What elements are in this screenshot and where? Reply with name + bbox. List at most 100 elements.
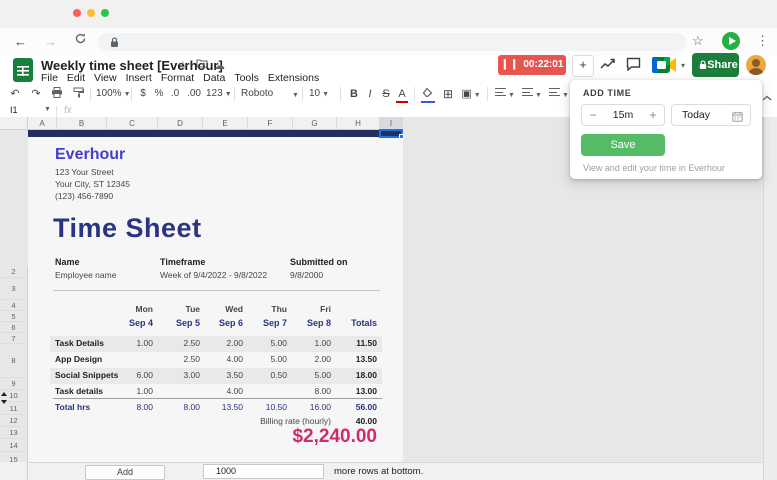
hours-cell[interactable]: 5.00: [241, 352, 287, 367]
unhide-rows-down-icon[interactable]: [1, 400, 7, 404]
fill-handle[interactable]: [399, 134, 404, 139]
task-label[interactable]: Task details: [55, 384, 103, 399]
redo-icon[interactable]: ↷: [29, 87, 43, 101]
total-hrs-cell[interactable]: 16.00: [285, 400, 331, 415]
grand-total-amount[interactable]: $2,240.00: [237, 426, 377, 448]
column-header-A[interactable]: A: [28, 117, 57, 130]
hours-cell[interactable]: 5.00: [241, 336, 287, 351]
hours-cell[interactable]: 5.00: [285, 368, 331, 383]
unhide-rows-up-icon[interactable]: [1, 392, 7, 396]
row-total-cell[interactable]: 13.50: [331, 352, 377, 367]
hours-cell[interactable]: 2.50: [154, 336, 200, 351]
name-box-caret-icon[interactable]: ▼: [44, 106, 51, 113]
move-folder-icon[interactable]: [196, 58, 208, 71]
menu-view[interactable]: View: [94, 72, 117, 84]
company-name[interactable]: Everhour: [55, 146, 125, 164]
date-header[interactable]: Sep 4: [107, 318, 153, 328]
fill-color-icon[interactable]: [421, 87, 435, 103]
time-stepper[interactable]: − 15m +: [581, 104, 665, 126]
column-header-C[interactable]: C: [107, 117, 158, 130]
row-header-13[interactable]: 13: [0, 427, 28, 439]
print-icon[interactable]: [50, 87, 64, 101]
hours-cell[interactable]: 1.00: [285, 336, 331, 351]
day-header-wed[interactable]: Wed: [197, 304, 243, 314]
horizontal-align-icon[interactable]: ▼: [494, 87, 516, 101]
hours-cell[interactable]: 1.00: [107, 336, 153, 351]
row-header-7[interactable]: 7: [0, 333, 28, 344]
meta-timeframe-label[interactable]: Timeframe: [160, 257, 205, 267]
name-box[interactable]: I1: [10, 105, 18, 115]
date-header[interactable]: Sep 8: [285, 318, 331, 328]
increase-decimal-icon[interactable]: .00: [185, 87, 203, 101]
sheet-title[interactable]: Time Sheet: [53, 213, 202, 244]
vertical-align-icon[interactable]: ▼: [521, 87, 543, 101]
font-select[interactable]: Roboto: [241, 87, 293, 101]
grand-hours-cell[interactable]: 56.00: [331, 400, 377, 415]
hours-cell[interactable]: 0.50: [241, 368, 287, 383]
zoom-select[interactable]: 100% ▼: [96, 87, 131, 101]
meta-name-label[interactable]: Name: [55, 257, 80, 267]
bold-icon[interactable]: B: [348, 87, 360, 101]
cloud-status-icon[interactable]: ☁: [214, 59, 225, 72]
popup-footer-link[interactable]: View and edit your time in Everhour: [583, 163, 725, 173]
task-label[interactable]: App Design: [55, 352, 102, 367]
close-window-button[interactable]: [73, 9, 81, 17]
bookmark-star-icon[interactable]: ☆: [692, 33, 704, 49]
row-header-12[interactable]: 12: [0, 415, 28, 427]
select-all-corner[interactable]: [0, 117, 28, 130]
everhour-extension-icon[interactable]: [722, 32, 740, 50]
undo-icon[interactable]: ↶: [8, 87, 22, 101]
column-header-B[interactable]: B: [57, 117, 107, 130]
paint-format-icon[interactable]: [71, 87, 85, 101]
column-header-D[interactable]: D: [158, 117, 203, 130]
hours-cell[interactable]: 1.00: [107, 384, 153, 399]
hours-cell[interactable]: 2.50: [154, 352, 200, 367]
rows-count-input[interactable]: 1000: [203, 464, 324, 479]
column-header-E[interactable]: E: [203, 117, 248, 130]
meet-caret-icon[interactable]: ▾: [681, 61, 685, 70]
italic-icon[interactable]: I: [364, 87, 376, 101]
everhour-timer-badge[interactable]: ❙❙ 00:22:01: [498, 55, 566, 75]
company-address2[interactable]: Your City, ST 12345: [55, 179, 130, 189]
user-avatar[interactable]: [746, 55, 766, 75]
hours-cell[interactable]: 4.00: [197, 352, 243, 367]
meet-icon[interactable]: [652, 56, 678, 79]
meta-submitted-label[interactable]: Submitted on: [290, 257, 348, 267]
hours-cell[interactable]: 3.50: [197, 368, 243, 383]
meta-timeframe-value[interactable]: Week of 9/4/2022 - 9/8/2022: [160, 270, 267, 280]
row-header-6[interactable]: 6: [0, 322, 28, 333]
row-header-5[interactable]: 5: [0, 311, 28, 322]
save-button[interactable]: Save: [581, 134, 665, 156]
add-rows-button[interactable]: Add: [85, 465, 165, 480]
zoom-window-button[interactable]: [101, 9, 109, 17]
hours-cell[interactable]: 3.00: [154, 368, 200, 383]
totals-header[interactable]: Totals: [331, 318, 377, 328]
total-hrs-cell[interactable]: 8.00: [107, 400, 153, 415]
column-header-G[interactable]: G: [293, 117, 337, 130]
hours-cell[interactable]: 4.00: [197, 384, 243, 399]
meta-name-value[interactable]: Employee name: [55, 270, 116, 280]
total-hrs-cell[interactable]: 8.00: [154, 400, 200, 415]
back-icon[interactable]: ←: [14, 33, 27, 51]
font-size-select[interactable]: 10 ▼: [309, 87, 329, 101]
add-time-button[interactable]: +: [572, 55, 594, 77]
meta-submitted-value[interactable]: 9/8/2000: [290, 270, 323, 280]
day-header-thu[interactable]: Thu: [241, 304, 287, 314]
strikethrough-icon[interactable]: S: [380, 87, 392, 101]
font-caret-icon[interactable]: ▼: [290, 87, 299, 101]
header-band-row[interactable]: [28, 130, 403, 137]
date-header[interactable]: Sep 6: [197, 318, 243, 328]
row-header-4[interactable]: 4: [0, 300, 28, 311]
decrease-decimal-icon[interactable]: .0: [168, 87, 182, 101]
date-header[interactable]: Sep 7: [241, 318, 287, 328]
row-header-8[interactable]: 8: [0, 344, 28, 378]
hours-cell[interactable]: 2.00: [285, 352, 331, 367]
total-hrs-cell[interactable]: 13.50: [197, 400, 243, 415]
day-header-mon[interactable]: Mon: [107, 304, 153, 314]
menu-data[interactable]: Data: [203, 72, 225, 84]
forward-icon[interactable]: →: [44, 33, 57, 51]
plus-stepper-button[interactable]: +: [642, 105, 664, 125]
menu-extensions[interactable]: Extensions: [268, 72, 319, 84]
menu-edit[interactable]: Edit: [67, 72, 85, 84]
menu-format[interactable]: Format: [161, 72, 194, 84]
